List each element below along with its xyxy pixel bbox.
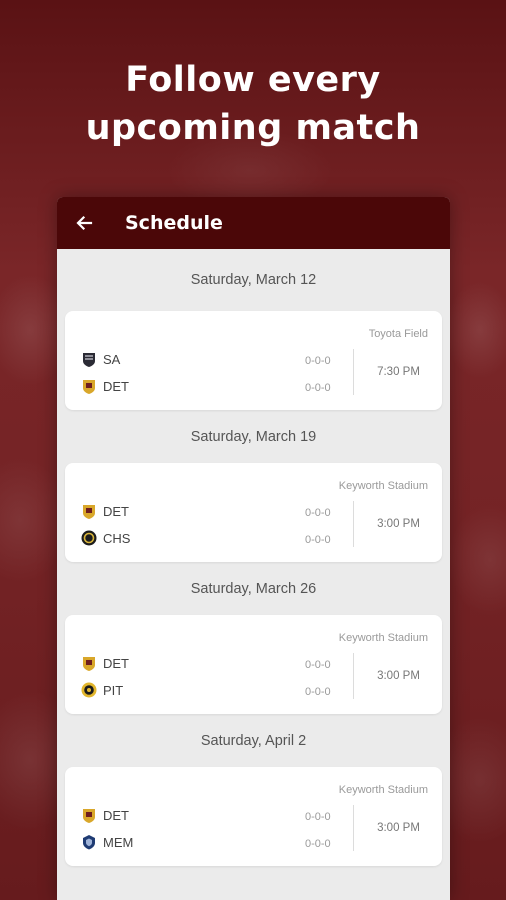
page-title: Schedule xyxy=(125,212,223,234)
card-divider xyxy=(353,805,354,851)
team-record: 0-0-0 xyxy=(305,355,331,367)
team-record: 0-0-0 xyxy=(305,534,331,546)
app-screen: Schedule Saturday, March 12 Toyota Field… xyxy=(57,197,450,900)
schedule-list[interactable]: Saturday, March 12 Toyota Field SA DET 0… xyxy=(57,249,450,866)
card-divider xyxy=(353,349,354,395)
team-row-home: DET xyxy=(81,807,129,823)
venue-label: Keyworth Stadium xyxy=(338,480,428,492)
match-time: 3:00 PM xyxy=(377,670,420,682)
team-row-away: CHS xyxy=(81,530,130,546)
sa-crest-icon xyxy=(83,353,95,367)
det-crest-icon xyxy=(83,657,95,671)
team-record: 0-0-0 xyxy=(305,686,331,698)
team-record: 0-0-0 xyxy=(305,659,331,671)
team-abbr: DET xyxy=(103,807,129,823)
app-bar: Schedule xyxy=(57,197,450,249)
team-row-home: SA xyxy=(81,351,120,367)
team-record: 0-0-0 xyxy=(305,838,331,850)
det-crest-icon xyxy=(83,505,95,519)
match-section: Saturday, March 12 Toyota Field SA DET 0… xyxy=(57,249,450,410)
match-card[interactable]: Keyworth Stadium DET PIT 0-0-0 0-0-0 3:0… xyxy=(65,615,442,714)
match-time: 3:00 PM xyxy=(377,518,420,530)
det-crest-icon xyxy=(83,809,95,823)
team-abbr: DET xyxy=(103,378,129,394)
arrow-left-icon xyxy=(76,215,93,231)
team-abbr: SA xyxy=(103,351,121,367)
team-row-home: DET xyxy=(81,655,129,671)
match-date: Saturday, March 12 xyxy=(190,272,317,288)
match-date: Saturday, April 2 xyxy=(200,732,307,749)
team-abbr: DET xyxy=(103,655,129,671)
match-card[interactable]: Keyworth Stadium DET MEM 0-0-0 0-0-0 3:0… xyxy=(65,767,442,866)
team-row-away: MEM xyxy=(81,834,133,850)
match-card[interactable]: Keyworth Stadium DET CHS 0-0-0 0-0-0 3:0… xyxy=(65,463,442,562)
match-time: 3:00 PM xyxy=(377,822,420,834)
back-button[interactable] xyxy=(57,197,111,249)
match-section: Saturday, March 19 Keyworth Stadium DET … xyxy=(57,410,450,562)
venue-label: Keyworth Stadium xyxy=(338,632,428,644)
team-abbr: CHS xyxy=(103,530,131,546)
match-card[interactable]: Toyota Field SA DET 0-0-0 0-0-0 7:30 PM xyxy=(65,311,442,410)
match-section: Saturday, March 26 Keyworth Stadium DET xyxy=(57,562,450,714)
team-row-away: PIT xyxy=(81,682,123,698)
team-record: 0-0-0 xyxy=(305,382,331,394)
team-record: 0-0-0 xyxy=(305,507,331,519)
team-abbr: PIT xyxy=(103,682,124,698)
match-date: Saturday, March 26 xyxy=(190,580,317,597)
team-abbr: DET xyxy=(103,503,129,519)
team-record: 0-0-0 xyxy=(305,811,331,823)
team-row-away: DET xyxy=(81,378,129,394)
headline-line-1: Follow every xyxy=(125,60,381,100)
mem-crest-icon xyxy=(83,835,95,850)
headline-line-2: upcoming match xyxy=(85,108,421,148)
pit-crest-icon xyxy=(81,682,97,698)
det-crest-icon xyxy=(83,380,95,394)
match-date: Saturday, March 19 xyxy=(190,428,317,445)
team-row-home: DET xyxy=(81,503,129,519)
chs-crest-icon xyxy=(81,530,97,546)
venue-label: Toyota Field xyxy=(368,328,428,340)
card-divider xyxy=(353,501,354,547)
venue-label: Keyworth Stadium xyxy=(338,784,428,796)
promo-headline: Follow every upcoming match xyxy=(0,56,506,152)
match-time: 7:30 PM xyxy=(377,366,420,378)
match-section: Saturday, April 2 Keyworth Stadium DET M… xyxy=(57,714,450,866)
team-abbr: MEM xyxy=(103,834,134,850)
card-divider xyxy=(353,653,354,699)
